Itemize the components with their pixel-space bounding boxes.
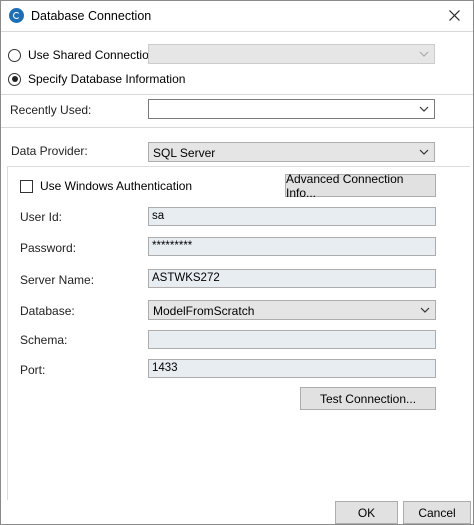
chevron-down-icon — [419, 51, 429, 57]
close-icon — [449, 10, 460, 21]
user-id-label: User Id: — [20, 210, 63, 224]
specify-database-information-radio[interactable] — [8, 72, 21, 86]
password-label: Password: — [20, 241, 77, 255]
title-bar: Database Connection — [1, 1, 473, 31]
data-provider-value: SQL Server — [153, 146, 216, 160]
recently-used-select[interactable] — [148, 99, 435, 119]
database-label: Database: — [20, 304, 75, 318]
data-provider-label: Data Provider: — [11, 144, 88, 158]
server-name-label: Server Name: — [20, 273, 95, 287]
user-id-field[interactable]: sa — [148, 207, 436, 226]
port-value: 1433 — [152, 362, 178, 374]
chevron-down-icon — [419, 149, 429, 155]
schema-field[interactable] — [148, 330, 436, 349]
use-shared-connection-option[interactable]: Use Shared Connection — [8, 46, 155, 64]
recently-used-label: Recently Used: — [10, 103, 92, 117]
specify-database-information-option[interactable]: Specify Database Information — [8, 70, 185, 88]
database-select[interactable]: ModelFromScratch — [148, 300, 436, 320]
use-shared-connection-radio[interactable] — [8, 48, 21, 62]
section-separator — [1, 127, 473, 128]
chevron-down-icon — [419, 106, 429, 112]
ok-button[interactable]: OK — [335, 501, 398, 524]
specify-database-information-label: Specify Database Information — [28, 72, 186, 86]
windows-authentication-option[interactable]: Use Windows Authentication — [20, 179, 192, 193]
database-value: ModelFromScratch — [153, 304, 255, 318]
close-button[interactable] — [437, 1, 473, 31]
server-name-field[interactable]: ASTWKS272 — [148, 269, 436, 288]
title-separator — [1, 31, 473, 32]
user-id-value: sa — [152, 210, 165, 222]
windows-authentication-label: Use Windows Authentication — [40, 179, 193, 193]
password-field[interactable]: ********* — [148, 237, 436, 256]
window-title: Database Connection — [31, 9, 152, 23]
section-separator — [1, 94, 473, 95]
data-provider-select[interactable]: SQL Server — [148, 142, 435, 162]
database-connection-dialog: Database Connection Use Shared Connectio… — [0, 0, 474, 525]
windows-authentication-checkbox[interactable] — [20, 179, 33, 193]
port-field[interactable]: 1433 — [148, 359, 436, 378]
advanced-connection-info-button[interactable]: Advanced Connection Info... — [285, 172, 436, 200]
shared-connection-select — [148, 44, 435, 64]
cancel-button[interactable]: Cancel — [403, 501, 471, 524]
server-name-value: ASTWKS272 — [152, 272, 220, 284]
test-connection-button[interactable]: Test Connection... — [300, 387, 436, 410]
port-label: Port: — [20, 363, 46, 377]
chevron-down-icon — [420, 307, 430, 313]
app-logo-icon — [9, 8, 24, 23]
use-shared-connection-label: Use Shared Connection — [28, 48, 156, 62]
password-value: ********* — [152, 240, 193, 252]
schema-label: Schema: — [20, 333, 68, 347]
